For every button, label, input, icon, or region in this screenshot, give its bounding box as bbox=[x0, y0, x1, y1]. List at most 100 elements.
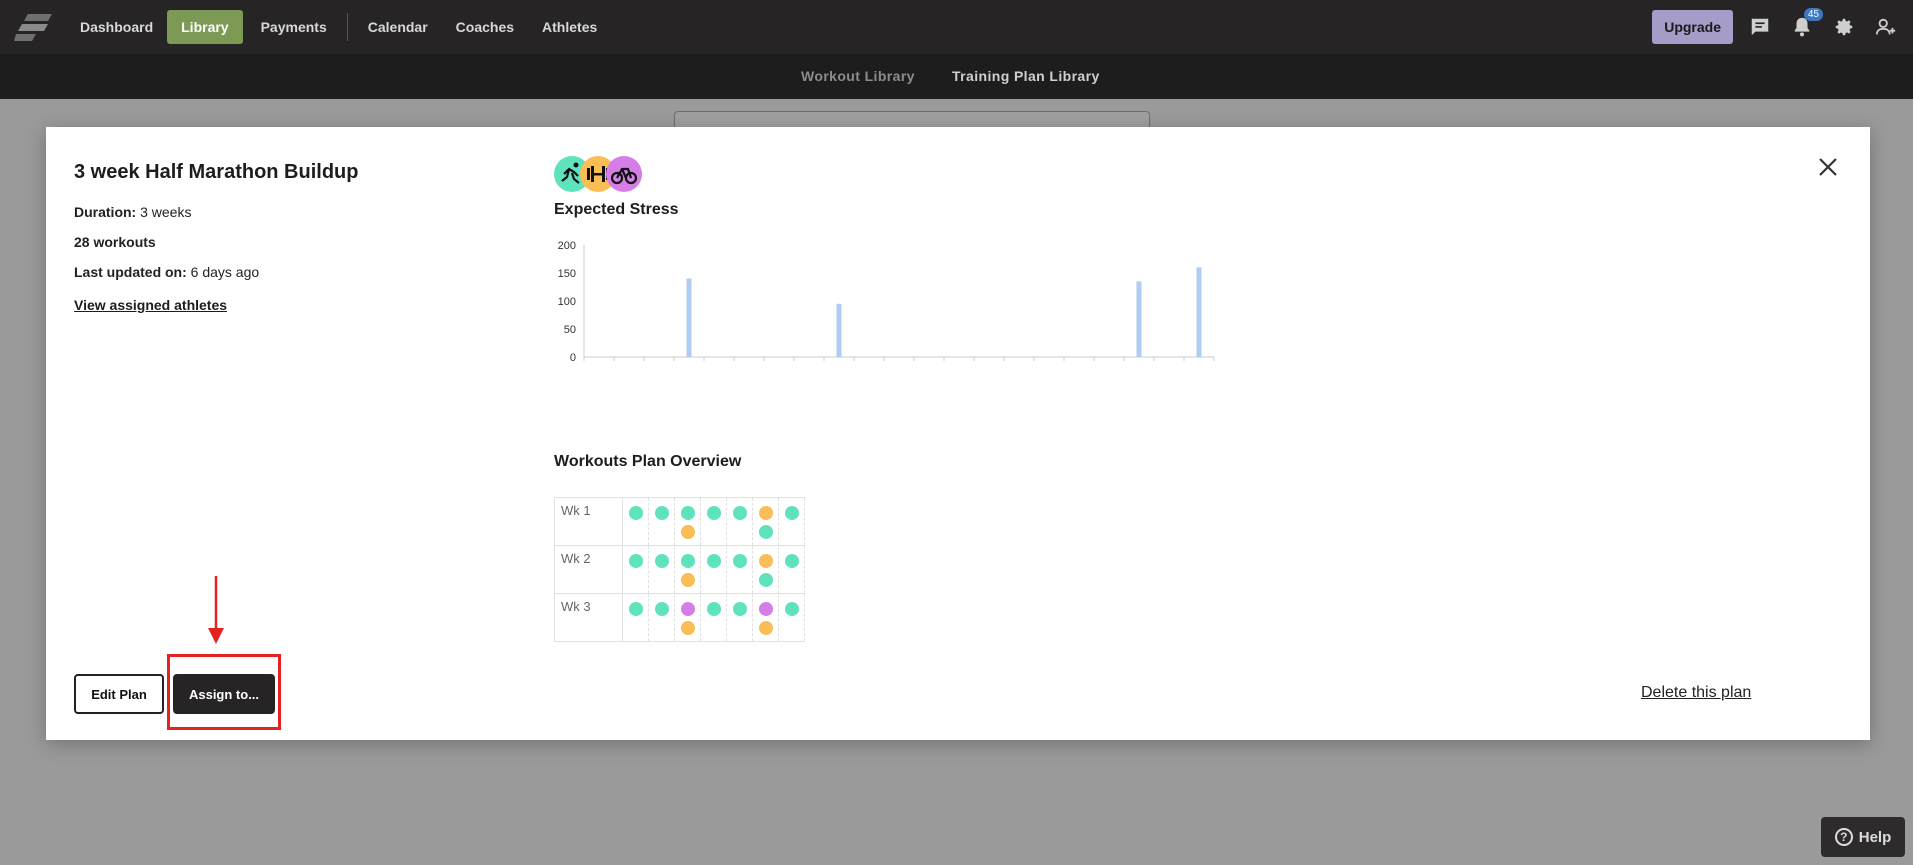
strength-workout-dot[interactable] bbox=[680, 621, 695, 635]
duration-value: 3 weeks bbox=[136, 204, 192, 220]
bike-workout-dot[interactable] bbox=[680, 602, 695, 616]
add-user-icon[interactable] bbox=[1871, 12, 1901, 42]
bike-icon bbox=[606, 156, 642, 192]
top-navigation-bar: Dashboard Library Payments Calendar Coac… bbox=[0, 0, 1913, 54]
week-row: Wk 1 bbox=[554, 497, 805, 546]
day-cell[interactable] bbox=[622, 593, 649, 642]
edit-plan-button[interactable]: Edit Plan bbox=[74, 674, 164, 714]
run-workout-dot[interactable] bbox=[758, 573, 773, 587]
stress-bar bbox=[1136, 281, 1142, 357]
workouts-plan-overview-grid: Wk 1 Wk 2 Wk 3 bbox=[554, 497, 805, 642]
day-cell[interactable] bbox=[674, 545, 701, 594]
messages-icon[interactable] bbox=[1745, 12, 1775, 42]
run-workout-dot[interactable] bbox=[706, 602, 721, 616]
app-logo-icon[interactable] bbox=[14, 12, 52, 42]
help-question-icon: ? bbox=[1834, 828, 1853, 846]
expected-stress-title: Expected Stress bbox=[554, 201, 679, 218]
run-workout-dot[interactable] bbox=[732, 506, 747, 520]
main-nav: Dashboard Library Payments Calendar Coac… bbox=[66, 10, 611, 44]
strength-workout-dot[interactable] bbox=[758, 506, 773, 520]
notifications-bell-icon[interactable]: 45 bbox=[1787, 8, 1823, 42]
nav-dashboard[interactable]: Dashboard bbox=[66, 10, 167, 44]
day-cell[interactable] bbox=[648, 593, 675, 642]
day-cell[interactable] bbox=[622, 545, 649, 594]
run-workout-dot[interactable] bbox=[706, 506, 721, 520]
day-cell[interactable] bbox=[674, 593, 701, 642]
day-cell[interactable] bbox=[648, 545, 675, 594]
library-subnav: Workout Library Training Plan Library bbox=[0, 54, 1913, 99]
plan-title: 3 week Half Marathon Buildup bbox=[74, 161, 359, 183]
run-workout-dot[interactable] bbox=[654, 506, 669, 520]
run-workout-dot[interactable] bbox=[732, 602, 747, 616]
day-cell[interactable] bbox=[674, 497, 701, 546]
stress-bar bbox=[836, 303, 842, 357]
day-cell[interactable] bbox=[778, 593, 805, 642]
close-icon[interactable] bbox=[1816, 155, 1840, 179]
nav-coaches[interactable]: Coaches bbox=[442, 10, 528, 44]
nav-payments[interactable]: Payments bbox=[247, 10, 341, 44]
run-workout-dot[interactable] bbox=[628, 602, 643, 616]
duration-label: Duration: bbox=[74, 204, 137, 220]
header-tools: Upgrade 45 bbox=[1652, 0, 1913, 54]
notification-count-badge: 45 bbox=[1803, 8, 1823, 21]
expected-stress-chart: 0 50 100 150 200 bbox=[558, 240, 1215, 364]
day-cell[interactable] bbox=[726, 545, 753, 594]
run-workout-dot[interactable] bbox=[732, 554, 747, 568]
day-cell[interactable] bbox=[726, 593, 753, 642]
day-cell[interactable] bbox=[700, 545, 727, 594]
day-cell[interactable] bbox=[752, 497, 779, 546]
day-cell[interactable] bbox=[778, 497, 805, 546]
run-workout-dot[interactable] bbox=[654, 602, 669, 616]
run-workout-dot[interactable] bbox=[758, 525, 773, 539]
help-button[interactable]: ? Help bbox=[1821, 817, 1905, 857]
plan-workout-count: 28 workouts bbox=[74, 234, 156, 250]
tab-workout-library[interactable]: Workout Library bbox=[801, 68, 915, 84]
delete-plan-link[interactable]: Delete this plan bbox=[1641, 684, 1751, 702]
run-workout-dot[interactable] bbox=[706, 554, 721, 568]
nav-library[interactable]: Library bbox=[167, 10, 243, 44]
day-cell[interactable] bbox=[752, 545, 779, 594]
day-cell[interactable] bbox=[648, 497, 675, 546]
y-tick-label: 200 bbox=[558, 240, 576, 252]
bike-workout-dot[interactable] bbox=[758, 602, 773, 616]
week-row: Wk 2 bbox=[554, 545, 805, 594]
day-cell[interactable] bbox=[700, 593, 727, 642]
workouts-count-text: 28 workouts bbox=[74, 234, 156, 250]
run-workout-dot[interactable] bbox=[784, 554, 799, 568]
run-workout-dot[interactable] bbox=[784, 506, 799, 520]
y-tick-label: 50 bbox=[564, 324, 576, 336]
strength-workout-dot[interactable] bbox=[758, 554, 773, 568]
plan-last-updated: Last updated on: 6 days ago bbox=[74, 264, 259, 280]
strength-workout-dot[interactable] bbox=[758, 621, 773, 635]
run-workout-dot[interactable] bbox=[680, 554, 695, 568]
assign-to-button[interactable]: Assign to... bbox=[173, 674, 275, 714]
week-label: Wk 2 bbox=[554, 545, 623, 594]
y-tick-label: 100 bbox=[558, 296, 576, 308]
upgrade-button[interactable]: Upgrade bbox=[1652, 10, 1733, 44]
stress-bar bbox=[686, 278, 692, 357]
view-assigned-athletes-link[interactable]: View assigned athletes bbox=[74, 297, 227, 313]
run-workout-dot[interactable] bbox=[680, 506, 695, 520]
day-cell[interactable] bbox=[778, 545, 805, 594]
nav-athletes[interactable]: Athletes bbox=[528, 10, 611, 44]
nav-calendar[interactable]: Calendar bbox=[354, 10, 442, 44]
strength-workout-dot[interactable] bbox=[680, 573, 695, 587]
updated-label: Last updated on: bbox=[74, 264, 187, 280]
day-cell[interactable] bbox=[700, 497, 727, 546]
sport-icons bbox=[554, 156, 644, 192]
day-cell[interactable] bbox=[752, 593, 779, 642]
run-workout-dot[interactable] bbox=[654, 554, 669, 568]
settings-gear-icon[interactable] bbox=[1829, 12, 1859, 42]
day-cell[interactable] bbox=[622, 497, 649, 546]
annotation-arrow-icon bbox=[208, 576, 224, 644]
day-cell[interactable] bbox=[726, 497, 753, 546]
week-label: Wk 1 bbox=[554, 497, 623, 546]
strength-workout-dot[interactable] bbox=[680, 525, 695, 539]
run-workout-dot[interactable] bbox=[628, 554, 643, 568]
week-label: Wk 3 bbox=[554, 593, 623, 642]
training-plan-modal: 3 week Half Marathon Buildup Duration: 3… bbox=[46, 127, 1870, 740]
tab-training-plan-library[interactable]: Training Plan Library bbox=[952, 68, 1100, 84]
run-workout-dot[interactable] bbox=[784, 602, 799, 616]
run-workout-dot[interactable] bbox=[628, 506, 643, 520]
y-tick-label: 0 bbox=[570, 352, 576, 364]
